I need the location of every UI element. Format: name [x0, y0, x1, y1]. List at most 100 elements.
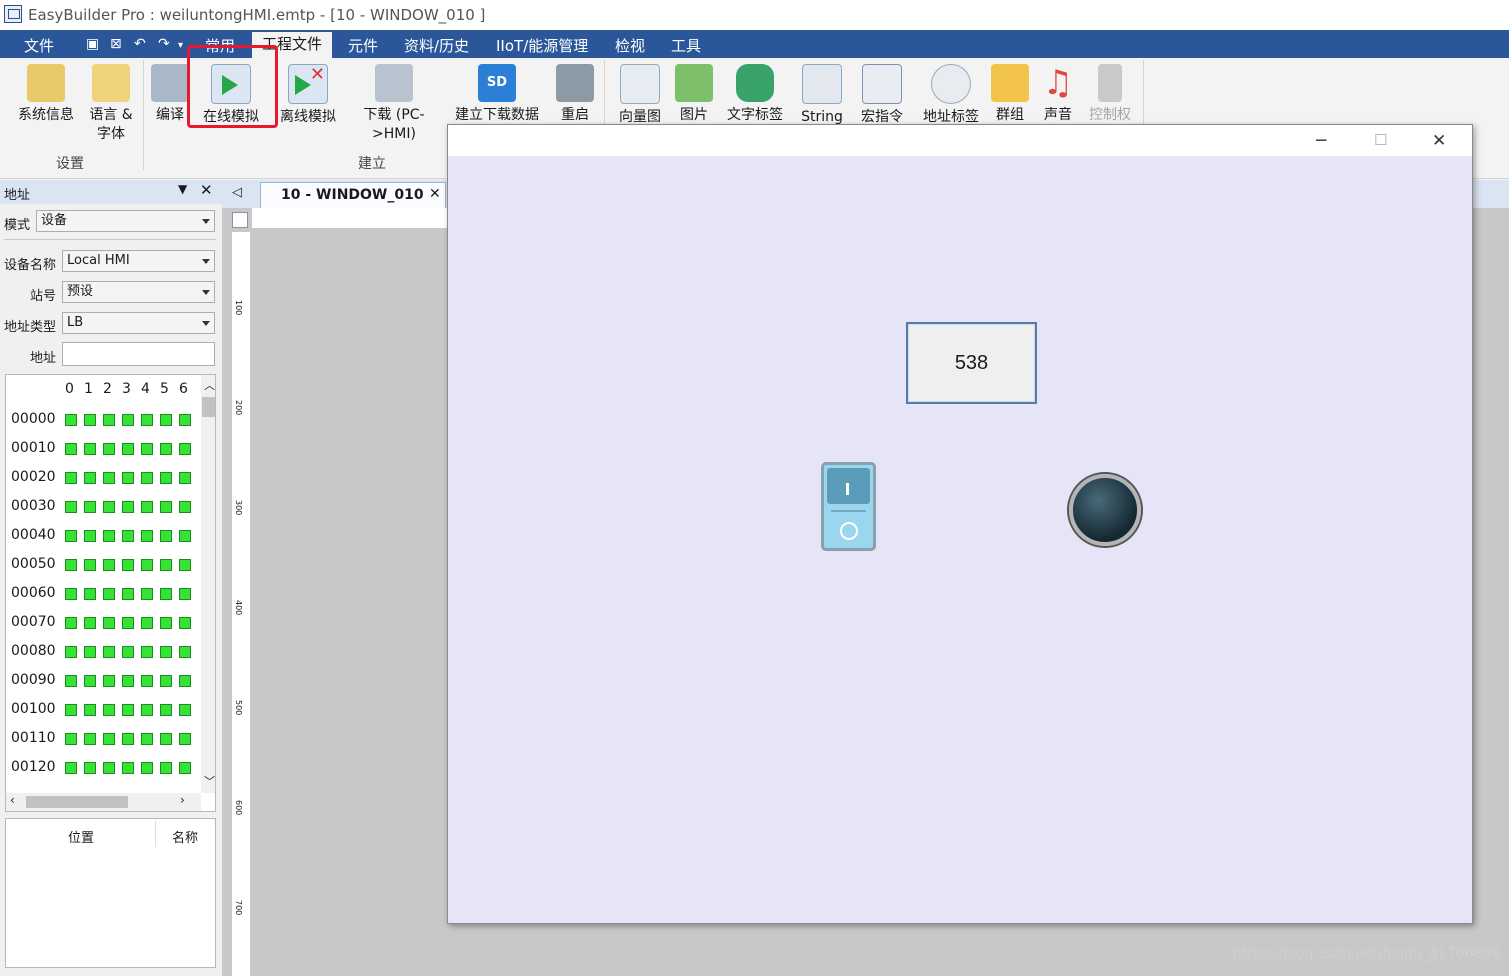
restart-button[interactable]: 重启 [554, 58, 596, 125]
undo-icon[interactable]: ↶ [134, 36, 146, 52]
bit-cell[interactable] [103, 762, 115, 774]
bit-cell[interactable] [122, 733, 134, 745]
bit-cell[interactable] [84, 501, 96, 513]
bit-cell[interactable] [84, 559, 96, 571]
bit-cell[interactable] [160, 762, 172, 774]
bit-cell[interactable] [160, 588, 172, 600]
mode-select[interactable]: 设备 [36, 210, 215, 232]
group-button[interactable]: 群组 [988, 58, 1032, 125]
bit-cell[interactable] [65, 414, 77, 426]
bit-cell[interactable] [84, 443, 96, 455]
bit-cell[interactable] [65, 733, 77, 745]
maximize-icon[interactable]: ☐ [1374, 131, 1387, 149]
horizontal-scrollbar[interactable]: ‹ › [6, 793, 201, 811]
bit-cell[interactable] [160, 530, 172, 542]
numeric-display[interactable]: 538 [906, 322, 1037, 404]
bit-cell[interactable] [103, 617, 115, 629]
bit-cell[interactable] [122, 762, 134, 774]
bit-cell[interactable] [84, 414, 96, 426]
menu-data-history[interactable]: 资料/历史 [404, 35, 469, 56]
indicator-lamp[interactable] [1069, 474, 1141, 546]
address-type-select[interactable]: LB [62, 312, 215, 334]
bit-cell[interactable] [122, 530, 134, 542]
scroll-left-icon[interactable]: ‹ [10, 793, 15, 807]
menu-view[interactable]: 检视 [615, 35, 645, 56]
bit-cell[interactable] [65, 675, 77, 687]
scroll-up-icon[interactable]: ︿ [204, 377, 215, 393]
control-right-button[interactable]: 控制权 [1084, 58, 1136, 125]
build-download-data-button[interactable]: SD 建立下载数据 [450, 58, 544, 125]
bit-cell[interactable] [84, 646, 96, 658]
close-icon[interactable]: ✕ [1432, 131, 1446, 151]
bit-cell[interactable] [141, 588, 153, 600]
bit-cell[interactable] [84, 762, 96, 774]
bit-cell[interactable] [103, 733, 115, 745]
bit-cell[interactable] [103, 646, 115, 658]
text-tag-button[interactable]: 文字标签 [722, 58, 788, 125]
bit-cell[interactable] [122, 675, 134, 687]
bit-cell[interactable] [65, 617, 77, 629]
bit-cell[interactable] [179, 414, 191, 426]
bit-cell[interactable] [160, 675, 172, 687]
bit-cell[interactable] [103, 530, 115, 542]
bit-cell[interactable] [122, 414, 134, 426]
bit-cell[interactable] [103, 588, 115, 600]
bit-cell[interactable] [179, 704, 191, 716]
compile-button[interactable]: 编译 [150, 58, 190, 125]
scroll-thumb[interactable] [26, 796, 128, 808]
bit-cell[interactable] [141, 443, 153, 455]
bit-cell[interactable] [122, 559, 134, 571]
bit-cell[interactable] [65, 443, 77, 455]
bit-cell[interactable] [179, 675, 191, 687]
bit-cell[interactable] [103, 704, 115, 716]
toggle-switch[interactable] [821, 462, 876, 551]
bit-cell[interactable] [122, 501, 134, 513]
menu-tools[interactable]: 工具 [671, 35, 701, 56]
bit-cell[interactable] [84, 530, 96, 542]
panel-dropdown-icon[interactable]: ▼ [178, 182, 187, 196]
bit-cell[interactable] [65, 588, 77, 600]
bit-cell[interactable] [141, 501, 153, 513]
bit-cell[interactable] [179, 617, 191, 629]
bit-cell[interactable] [160, 443, 172, 455]
tab-close-icon[interactable]: ✕ [429, 186, 441, 202]
bit-cell[interactable] [141, 530, 153, 542]
bit-cell[interactable] [179, 472, 191, 484]
bit-cell[interactable] [141, 472, 153, 484]
bit-cell[interactable] [141, 646, 153, 658]
bit-cell[interactable] [103, 675, 115, 687]
bit-cell[interactable] [84, 617, 96, 629]
bit-cell[interactable] [122, 588, 134, 600]
bit-cell[interactable] [122, 617, 134, 629]
save-icon[interactable]: ▣ [86, 36, 99, 52]
quick-access-dropdown-icon[interactable]: ▾ [178, 40, 183, 51]
bit-cell[interactable] [122, 472, 134, 484]
bit-cell[interactable] [103, 559, 115, 571]
offline-simulation-button[interactable]: ✕ 离线模拟 [276, 58, 340, 127]
panel-close-icon[interactable]: ✕ [200, 181, 213, 199]
minimize-icon[interactable]: ─ [1316, 131, 1326, 151]
bit-cell[interactable] [141, 675, 153, 687]
ruler-corner-icon[interactable] [232, 212, 248, 228]
bit-cell[interactable] [122, 443, 134, 455]
bit-cell[interactable] [179, 501, 191, 513]
bit-cell[interactable] [179, 530, 191, 542]
sound-button[interactable]: ♫ 声音 [1038, 58, 1078, 125]
bit-cell[interactable] [160, 733, 172, 745]
address-input[interactable] [62, 342, 215, 366]
scroll-down-icon[interactable]: ﹀ [204, 773, 215, 789]
save-all-icon[interactable]: ⊠ [110, 36, 122, 52]
bit-cell[interactable] [65, 472, 77, 484]
bit-cell[interactable] [160, 414, 172, 426]
bit-cell[interactable] [141, 414, 153, 426]
address-tag-button[interactable]: 地址标签 [918, 58, 984, 127]
bit-cell[interactable] [103, 501, 115, 513]
device-select[interactable]: Local HMI [62, 250, 215, 272]
bit-cell[interactable] [179, 646, 191, 658]
bit-cell[interactable] [65, 501, 77, 513]
vertical-scrollbar[interactable]: ︿ ﹀ [201, 375, 215, 793]
menu-file[interactable]: 文件 [24, 35, 54, 56]
bit-cell[interactable] [65, 559, 77, 571]
bit-cell[interactable] [103, 414, 115, 426]
bit-cell[interactable] [122, 704, 134, 716]
